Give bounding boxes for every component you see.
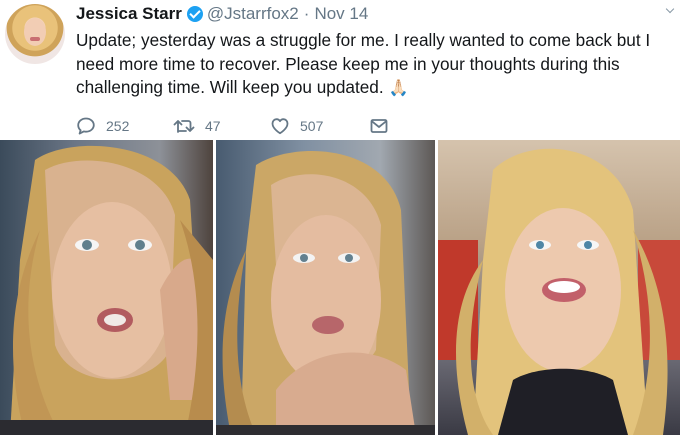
tweet: Jessica Starr @Jstarrfox2 · Nov 14 Updat… (0, 0, 680, 435)
like-count: 507 (300, 118, 324, 134)
direct-message-button[interactable] (369, 116, 389, 136)
avatar[interactable] (5, 4, 65, 64)
tweet-body: Update; yesterday was a struggle for me.… (76, 30, 651, 97)
like-button[interactable]: 507 (270, 116, 323, 136)
media-grid (0, 140, 680, 435)
photo-3[interactable] (438, 140, 680, 435)
retweet-button[interactable]: 47 (173, 116, 221, 136)
avatar-lips (30, 37, 40, 41)
envelope-icon (370, 119, 388, 133)
tweet-header: Jessica Starr @Jstarrfox2 · Nov 14 (76, 4, 368, 24)
header-separator: · (303, 4, 310, 23)
author-handle[interactable]: @Jstarrfox2 (207, 4, 299, 24)
verified-badge-icon (186, 6, 203, 22)
photo-2[interactable] (216, 140, 435, 435)
praying-hands-emoji: 🙏🏻 (388, 80, 409, 97)
photo-3-image (438, 140, 680, 435)
author-name[interactable]: Jessica Starr (76, 4, 182, 24)
retweet-count: 47 (205, 118, 221, 134)
avatar-face (24, 18, 46, 46)
tweet-actions: 252 47 507 (76, 116, 406, 140)
reply-count: 252 (106, 118, 130, 134)
tweet-date[interactable]: Nov 14 (314, 4, 368, 24)
reply-icon (77, 117, 95, 135)
photo-1-image (0, 140, 213, 435)
photo-1[interactable] (0, 140, 213, 435)
photo-2-image (216, 140, 435, 435)
retweet-icon (173, 120, 195, 133)
heart-icon (271, 118, 289, 135)
chevron-down-icon[interactable] (666, 6, 674, 14)
tweet-text: Update; yesterday was a struggle for me.… (76, 29, 676, 101)
reply-button[interactable]: 252 (76, 116, 129, 136)
